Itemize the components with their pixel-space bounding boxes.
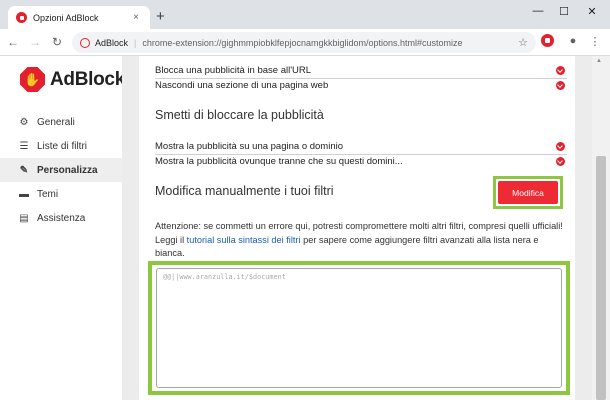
browser-toolbar: ← → ↻ AdBlock | chrome-extension://gighm… xyxy=(0,29,610,56)
option-label: Mostra la pubblicità ovunque tranne che … xyxy=(155,156,403,167)
sidebar-item-label: Liste di filtri xyxy=(37,140,88,152)
tab-strip: Opzioni AdBlock × + — ☐ ✕ xyxy=(0,0,610,29)
hand-stop-icon: ✋ xyxy=(20,67,45,92)
tab-adblock-options[interactable]: Opzioni AdBlock × xyxy=(8,6,150,29)
content-area: Blocca una pubblicità in base all'URL Na… xyxy=(122,56,592,400)
account-icon[interactable]: ● xyxy=(565,35,581,47)
chevron-down-icon[interactable] xyxy=(556,157,565,166)
theme-icon: ▬ xyxy=(19,188,29,200)
address-app-name: AdBlock xyxy=(95,37,129,48)
help-prefix: Leggi il xyxy=(155,234,187,245)
sidebar-item-label: Assistenza xyxy=(37,212,86,224)
sidebar-item-assistenza[interactable]: ▤ Assistenza xyxy=(0,206,122,230)
sidebar-item-liste-di-filtri[interactable]: ☰ Liste di filtri xyxy=(0,134,122,158)
sidebar-item-temi[interactable]: ▬ Temi xyxy=(0,182,122,206)
gear-icon: ⚙ xyxy=(19,116,29,128)
sidebar-nav: ⚙ Generali ☰ Liste di filtri ✎ Personali… xyxy=(0,110,122,230)
sidebar-item-label: Temi xyxy=(37,188,59,200)
option-show-everywhere-except[interactable]: Mostra la pubblicità ovunque tranne che … xyxy=(155,155,565,168)
list-icon: ☰ xyxy=(19,140,29,152)
modifica-button[interactable]: Modifica xyxy=(498,181,558,204)
option-label: Blocca una pubblicità in base all'URL xyxy=(155,65,312,76)
warning-text: Attenzione: se commetti un errore qui, p… xyxy=(155,220,567,261)
adblock-extension-icon[interactable] xyxy=(541,34,554,47)
sidebar-item-label: Generali xyxy=(37,116,75,128)
address-bar[interactable]: AdBlock | chrome-extension://gighmmpiobk… xyxy=(72,32,536,53)
option-hide-section[interactable]: Nascondi una sezione di una pagina web xyxy=(155,79,565,92)
option-label: Mostra la pubblicità su una pagina o dom… xyxy=(155,141,344,152)
syntax-tutorial-link[interactable]: tutorial sulla sintassi dei filtri xyxy=(187,235,301,245)
editor-highlight: @@||www.aranzulla.it/$document xyxy=(148,261,570,395)
adblock-logo: ✋ AdBlock xyxy=(20,67,125,92)
pencil-icon: ✎ xyxy=(19,164,29,176)
scroll-up-icon[interactable]: ▲ xyxy=(596,58,602,64)
section-title-unblock: Smetti di bloccare la pubblicità xyxy=(155,108,324,122)
chat-icon: ▤ xyxy=(19,212,29,224)
section-title-manual: Modifica manualmente i tuoi filtri xyxy=(155,184,334,198)
reload-button[interactable]: ↻ xyxy=(48,35,66,49)
tab-close-icon[interactable]: × xyxy=(130,12,142,23)
option-label: Nascondi una sezione di una pagina web xyxy=(155,80,329,91)
logo-text: AdBlock xyxy=(50,68,125,90)
sidebar-item-generali[interactable]: ⚙ Generali xyxy=(0,110,122,134)
modifica-highlight: Modifica xyxy=(493,176,563,209)
address-url[interactable]: chrome-extension://gighmmpiobklfepjocnam… xyxy=(142,38,518,48)
page-scrollbar[interactable]: ▲ xyxy=(592,56,610,400)
chevron-down-icon[interactable] xyxy=(556,66,565,75)
warning-message: Attenzione: se commetti un errore qui, p… xyxy=(155,221,563,231)
bookmark-star-icon[interactable]: ☆ xyxy=(518,36,528,49)
maximize-button[interactable]: ☐ xyxy=(552,5,576,18)
sidebar-item-personalizza[interactable]: ✎ Personalizza xyxy=(0,158,122,182)
option-show-on-page[interactable]: Mostra la pubblicità su una pagina o dom… xyxy=(155,140,565,153)
page-area: ✋ AdBlock ⚙ Generali ☰ Liste di filtri ✎… xyxy=(0,56,610,400)
chevron-down-icon[interactable] xyxy=(556,142,565,151)
custom-filters-textarea[interactable]: @@||www.aranzulla.it/$document xyxy=(156,268,562,388)
chevron-down-icon[interactable] xyxy=(556,81,565,90)
scroll-thumb[interactable] xyxy=(596,156,606,400)
adblock-favicon-icon xyxy=(16,12,27,23)
forward-button[interactable]: → xyxy=(26,35,44,49)
extension-site-icon xyxy=(80,37,90,48)
option-block-by-url[interactable]: Blocca una pubblicità in base all'URL xyxy=(155,64,565,77)
back-button[interactable]: ← xyxy=(4,35,22,49)
sidebar: ✋ AdBlock ⚙ Generali ☰ Liste di filtri ✎… xyxy=(0,56,125,400)
minimize-button[interactable]: — xyxy=(526,5,550,17)
address-separator: | xyxy=(134,37,137,48)
sidebar-item-label: Personalizza xyxy=(37,164,98,176)
customize-panel: Blocca una pubblicità in base all'URL Na… xyxy=(139,56,575,400)
tab-title: Opzioni AdBlock xyxy=(33,12,99,23)
new-tab-button[interactable]: + xyxy=(156,9,165,24)
close-window-button[interactable]: ✕ xyxy=(580,5,604,18)
menu-kebab-icon[interactable]: ⋮ xyxy=(587,35,603,48)
